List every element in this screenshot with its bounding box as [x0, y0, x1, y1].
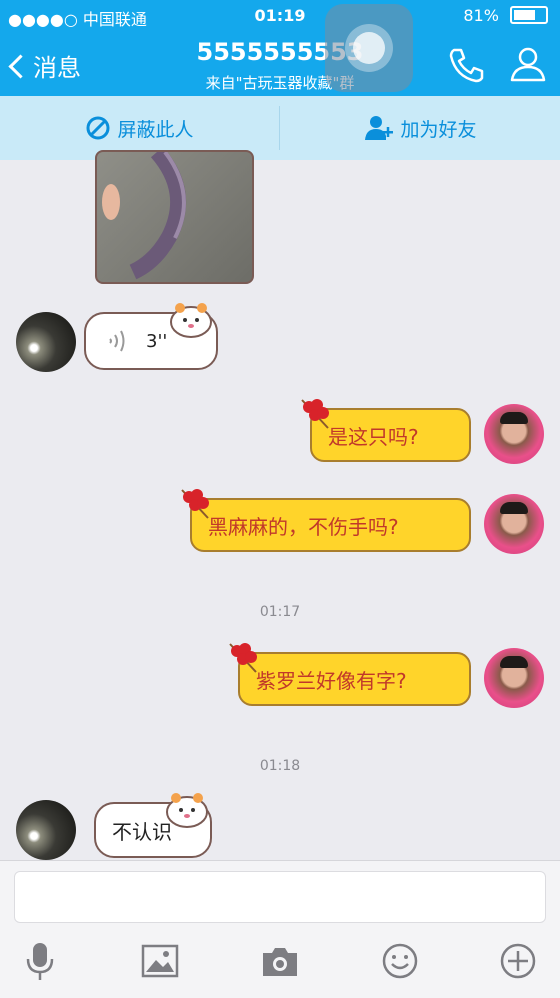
add-friend-label: 加为好友 [400, 118, 477, 141]
my-avatar[interactable] [484, 648, 544, 708]
message-timestamp: 01:17 [259, 604, 301, 620]
hamster-sticker-icon [166, 793, 208, 828]
message-text: 是这只吗? [328, 424, 419, 449]
other-user-avatar[interactable] [16, 800, 76, 860]
plus-icon[interactable] [496, 939, 540, 983]
my-avatar[interactable] [484, 404, 544, 464]
input-bar [0, 860, 560, 998]
battery-percent: 81% [463, 6, 499, 25]
nav-bar: 消息 5555555553 来自"古玩玉器收藏"群 [0, 34, 560, 96]
contact-icon[interactable] [506, 44, 550, 84]
add-friend-button[interactable]: 加为好友 [281, 96, 560, 160]
candied-haws-icon [181, 489, 209, 519]
message-text: 紫罗兰好像有字? [256, 668, 407, 693]
message-bubble[interactable]: 黑麻麻的，不伤手吗? [190, 498, 471, 552]
assistive-dot [353, 32, 385, 64]
camera-icon[interactable] [258, 939, 302, 983]
battery-icon [510, 6, 548, 24]
hamster-sticker-icon [170, 303, 212, 338]
assistive-touch-button[interactable] [325, 4, 413, 92]
voice-wave-icon [109, 330, 125, 352]
phone-icon[interactable] [444, 44, 488, 84]
message-bubble[interactable]: 紫罗兰好像有字? [238, 652, 471, 706]
status-bar: ●●●●○ 中国联通 01:19 81% [0, 0, 560, 34]
microphone-icon[interactable] [18, 939, 62, 983]
block-icon [86, 116, 110, 140]
message-input[interactable] [14, 871, 546, 923]
action-divider [279, 106, 280, 150]
message-bubble[interactable]: 是这只吗? [310, 408, 471, 462]
voice-duration: 3'' [146, 330, 168, 352]
message-timestamp: 01:18 [259, 758, 301, 774]
candied-haws-icon [301, 399, 329, 429]
stranger-action-bar: 屏蔽此人 加为好友 [0, 96, 560, 160]
block-label: 屏蔽此人 [117, 118, 194, 141]
shared-photo[interactable] [95, 150, 254, 284]
my-avatar[interactable] [484, 494, 544, 554]
image-icon[interactable] [138, 939, 182, 983]
battery-indicator: 81% [463, 6, 548, 25]
emoji-icon[interactable] [378, 939, 422, 983]
other-user-avatar[interactable] [16, 312, 76, 372]
candied-haws-icon [229, 643, 257, 673]
add-friend-icon [365, 116, 394, 140]
message-text: 黑麻麻的，不伤手吗? [208, 514, 399, 539]
